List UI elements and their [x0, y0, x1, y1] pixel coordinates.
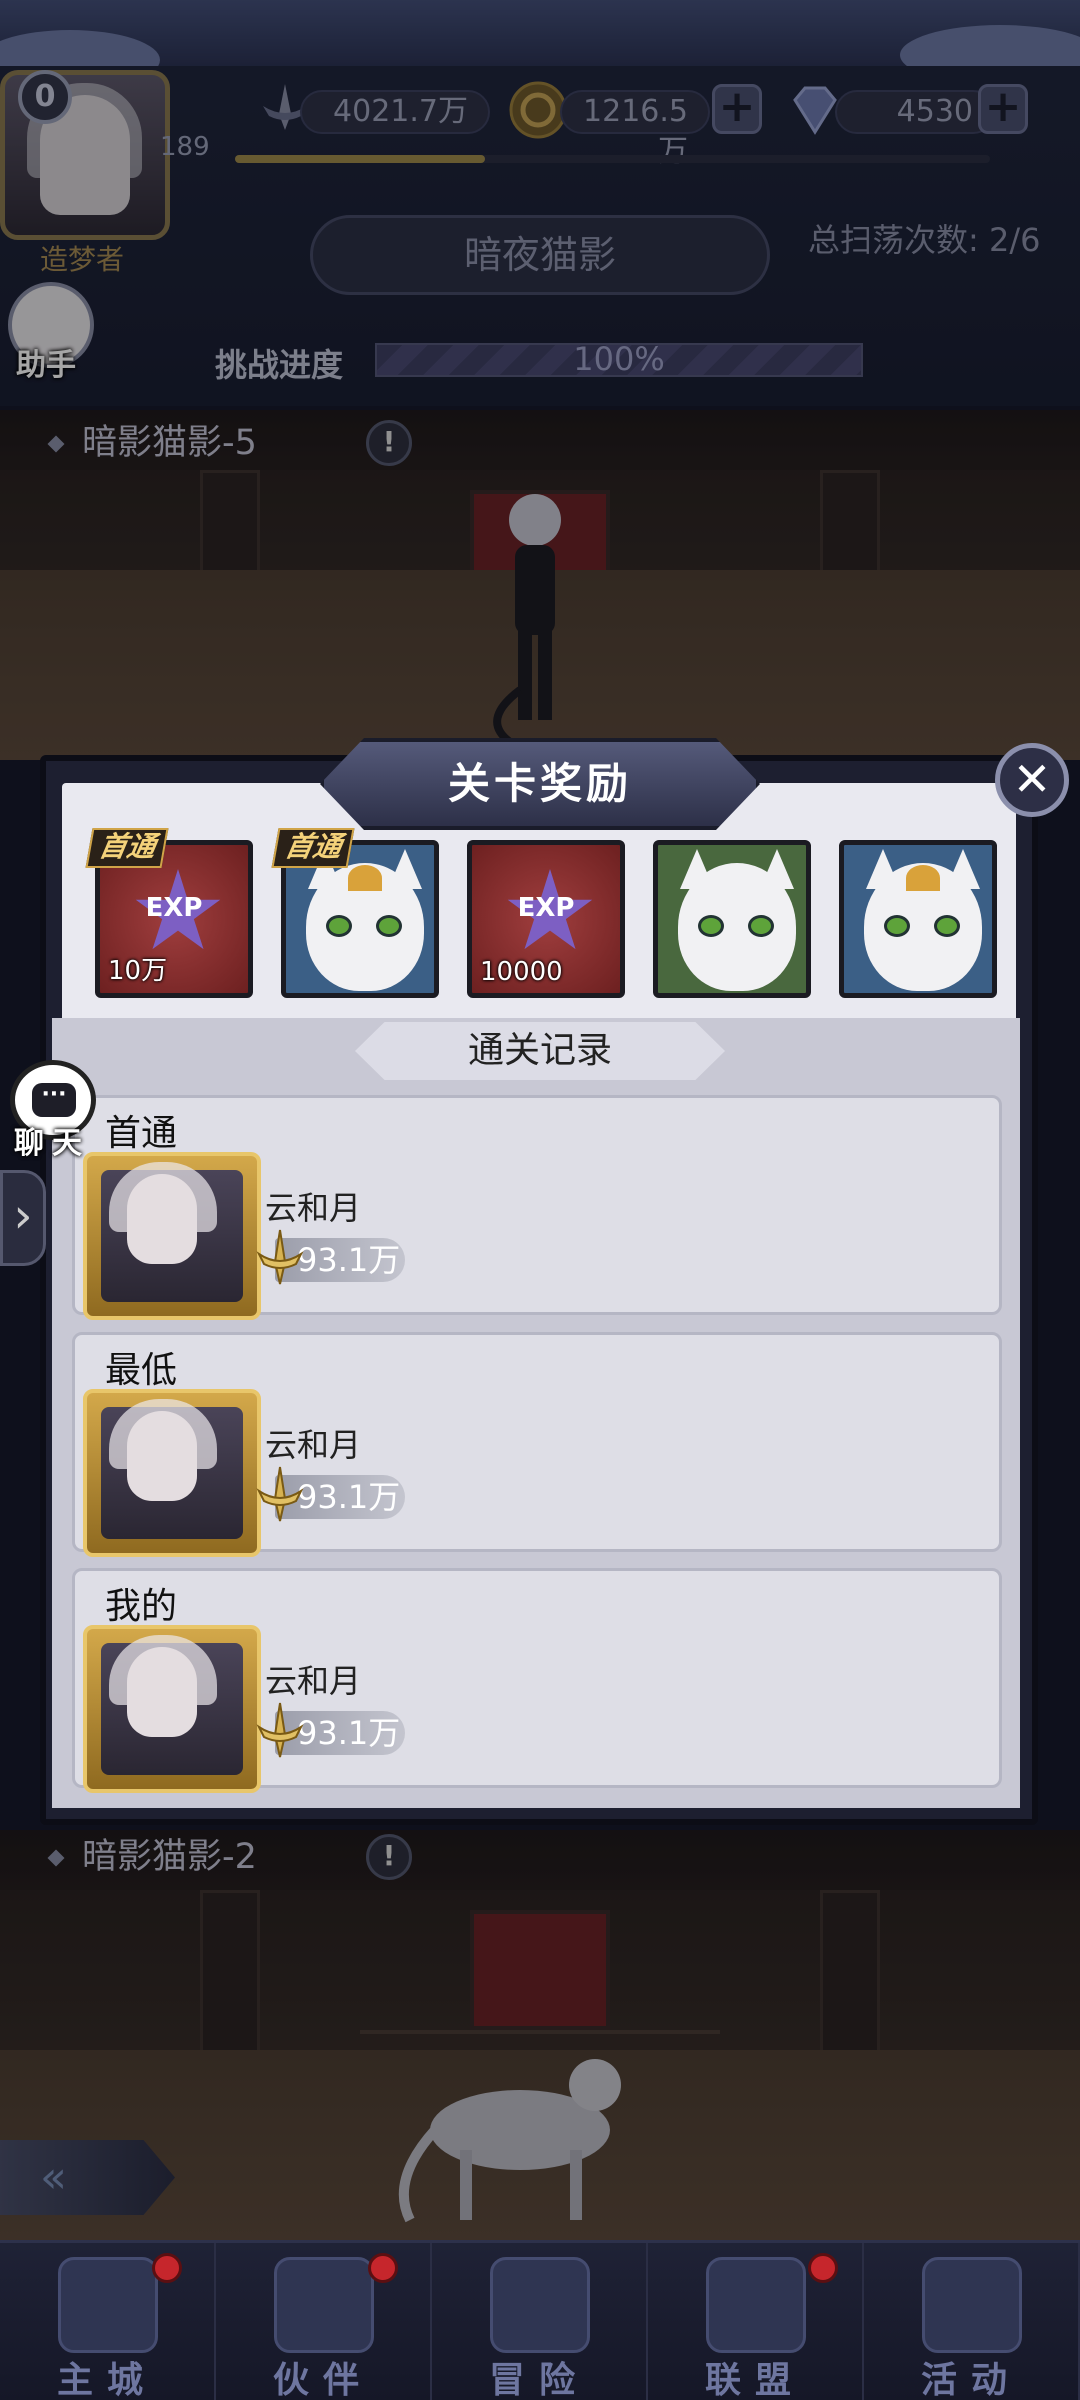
reward-amount: 10000: [480, 957, 563, 987]
notification-badge: [808, 2253, 838, 2283]
cat-eye: [884, 915, 910, 937]
exp-label: EXP: [517, 893, 575, 923]
record-player-name: 云和月: [265, 1426, 362, 1464]
record-title: 我的: [105, 1586, 178, 1627]
player-portrait[interactable]: [83, 1152, 261, 1320]
reward-item[interactable]: [653, 840, 811, 998]
portrait-face: [127, 1647, 197, 1737]
nav-tab-icon: [922, 2257, 1022, 2353]
player-portrait[interactable]: [83, 1625, 261, 1793]
record-title: 首通: [105, 1113, 178, 1154]
nav-item[interactable]: 联盟: [648, 2243, 864, 2400]
clear-record-card[interactable]: 最低 云和月 93.1万: [72, 1332, 1002, 1557]
close-button[interactable]: ✕: [995, 743, 1069, 817]
nav-item[interactable]: 伙伴: [216, 2243, 432, 2400]
clear-record-card[interactable]: 首通 云和月 93.1万: [72, 1095, 1002, 1320]
nav-label: 冒险: [488, 2360, 589, 2400]
portrait-face: [127, 1411, 197, 1501]
cat-eye: [698, 915, 724, 937]
nav-label: 联盟: [704, 2360, 805, 2400]
expand-side-panel-button[interactable]: ›: [0, 1170, 46, 1266]
record-player-name: 云和月: [265, 1189, 362, 1227]
nav-item[interactable]: 主城: [0, 2243, 216, 2400]
nav-item[interactable]: 活动: [864, 2243, 1080, 2400]
power-sword-icon: [256, 1466, 304, 1522]
nav-label: 主城: [56, 2360, 157, 2400]
cat-eye: [748, 915, 774, 937]
reward-item[interactable]: [839, 840, 997, 998]
chat-bubble-icon: ···: [32, 1083, 76, 1117]
reward-amount: 10万: [108, 956, 168, 986]
portrait-face: [127, 1174, 197, 1264]
nav-label: 活动: [920, 2360, 1021, 2400]
first-clear-tag: 首通: [85, 828, 169, 868]
first-clear-tag: 首通: [271, 828, 355, 868]
crown-icon: [348, 865, 382, 891]
power-sword-icon: [256, 1702, 304, 1758]
chat-label: 聊天: [14, 1126, 90, 1161]
clear-record-card[interactable]: 我的 云和月 93.1万: [72, 1568, 1002, 1793]
crown-icon: [906, 865, 940, 891]
nav-tab-icon: [706, 2257, 806, 2353]
bottom-navigation: 主城 伙伴 冒险 联盟 活动: [0, 2240, 1080, 2400]
record-player-name: 云和月: [265, 1662, 362, 1700]
notification-badge: [368, 2253, 398, 2283]
nav-tab-icon: [58, 2257, 158, 2353]
record-title: 最低: [105, 1350, 178, 1391]
exp-label: EXP: [145, 893, 203, 923]
white-cat-icon: [678, 863, 796, 991]
reward-item[interactable]: EXP 10000: [467, 840, 625, 998]
nav-tab-icon: [490, 2257, 590, 2353]
cat-eye: [376, 915, 402, 937]
power-sword-icon: [256, 1229, 304, 1285]
clear-records-header: 通关记录: [355, 1022, 725, 1080]
cat-eye: [326, 915, 352, 937]
cat-eye: [934, 915, 960, 937]
game-screen: 0 189 造梦者 4021.7万 1216.5万 + 4530 + 暗夜猫影 …: [0, 0, 1080, 2400]
dialog-title: 关卡奖励: [320, 738, 760, 830]
notification-badge: [152, 2253, 182, 2283]
nav-tab-icon: [274, 2257, 374, 2353]
player-portrait[interactable]: [83, 1389, 261, 1557]
nav-label: 伙伴: [272, 2360, 373, 2400]
nav-item[interactable]: 冒险: [432, 2243, 648, 2400]
